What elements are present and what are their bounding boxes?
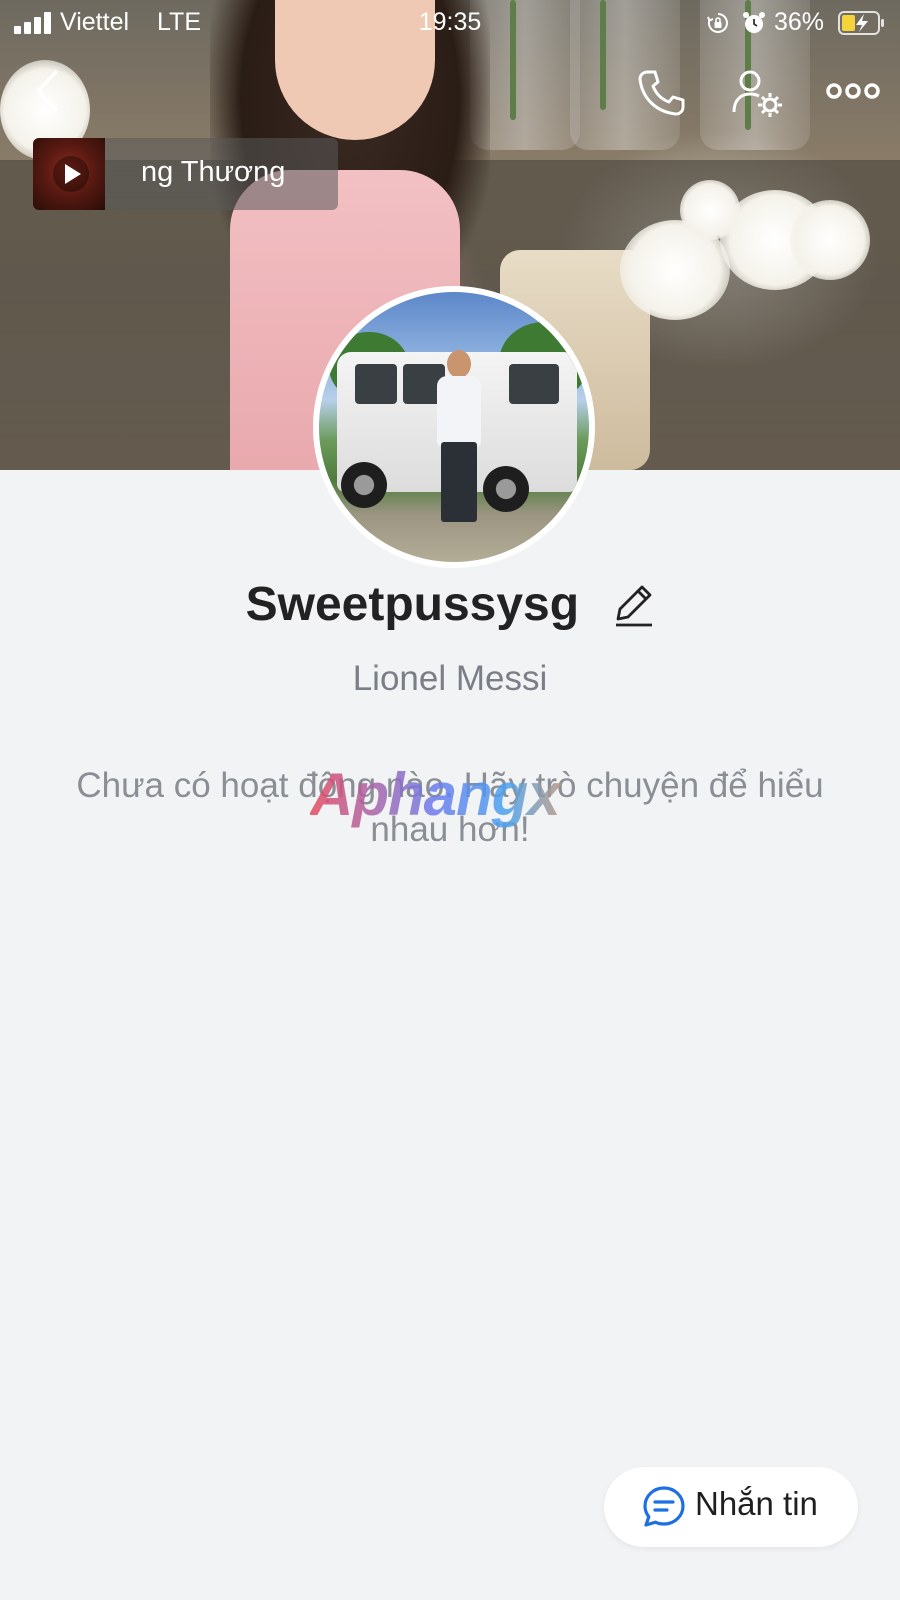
more-horizontal-icon [826,83,880,99]
alarm-icon [743,12,765,33]
chevron-left-icon [36,70,58,112]
profile-display-name: Sweetpussysg [245,578,580,631]
battery-charging-icon [838,11,884,35]
profile-name-row: Sweetpussysg [0,577,900,632]
rotation-lock-icon [707,13,728,33]
send-message-button[interactable]: Nhắn tin [604,1467,858,1547]
profile-avatar[interactable] [313,286,595,568]
cover-flower [790,200,870,280]
play-icon[interactable] [53,156,89,192]
watermark-logo: Aphangx [310,760,590,830]
avatar-car-wheel [483,466,529,512]
avatar-person-pants [441,442,477,522]
profile-alias: Lionel Messi [352,659,548,698]
avatar-person-shirt [437,376,481,446]
chat-bubble-icon [643,1486,685,1527]
user-settings-button[interactable] [732,68,784,120]
avatar-car-window [509,364,559,404]
avatar-car-wheel [341,462,387,508]
user-settings-icon [732,70,782,117]
song-title: ng Thương [141,156,286,188]
back-button[interactable] [30,68,66,114]
avatar-person-head [447,350,471,378]
profile-music-player[interactable]: ng Thương [33,138,338,210]
avatar-car-window [355,364,397,404]
cover-flower [680,180,740,240]
send-message-label: Nhắn tin [695,1485,818,1522]
call-button[interactable] [636,68,686,118]
more-options-button[interactable] [826,76,880,106]
pencil-icon [616,585,653,627]
phone-icon [638,70,685,116]
status-bar: Viettel LTE 19:35 36% [0,0,900,44]
battery-percent: 36% [774,8,825,36]
edit-name-button[interactable] [614,583,654,627]
